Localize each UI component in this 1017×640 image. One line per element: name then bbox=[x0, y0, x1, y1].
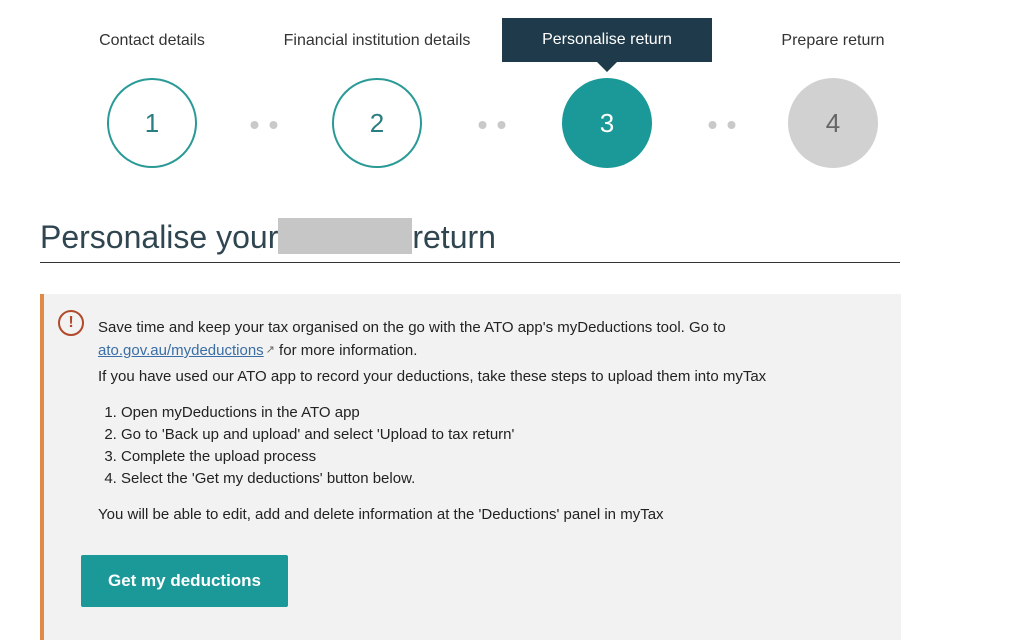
external-link-icon: ↗ bbox=[265, 344, 275, 356]
mydeductions-link[interactable]: ato.gov.au/mydeductions bbox=[98, 342, 264, 359]
upload-steps-list: Open myDeductions in the ATO app Go to '… bbox=[98, 402, 858, 490]
page-title-start: Personalise your bbox=[40, 219, 279, 255]
exclamation-circle-icon: ! bbox=[58, 310, 84, 336]
get-my-deductions-button[interactable]: Get my deductions bbox=[81, 555, 288, 607]
step-label-prepare-return: Prepare return bbox=[781, 32, 885, 49]
step-circle-4: 4 bbox=[788, 78, 878, 168]
step-connector-dots bbox=[478, 121, 506, 129]
step-label-contact-details: Contact details bbox=[99, 32, 205, 49]
step-label-financial-institution-details: Financial institution details bbox=[283, 32, 471, 49]
list-item: Go to 'Back up and upload' and select 'U… bbox=[121, 424, 858, 446]
edit-note: You will be able to edit, add and delete… bbox=[98, 506, 664, 523]
page-title-end: return bbox=[412, 219, 496, 255]
step-circle-2[interactable]: 2 bbox=[332, 78, 422, 168]
step-label-personalise-return: Personalise return bbox=[502, 18, 712, 62]
intro-paragraph: Save time and keep your tax organised on… bbox=[98, 317, 858, 362]
page-title: Personalise your return bbox=[40, 218, 900, 263]
redacted-year-block bbox=[278, 218, 413, 254]
mydeductions-info-panel: ! Save time and keep your tax organised … bbox=[40, 294, 901, 640]
intro-text: Save time and keep your tax organised on… bbox=[98, 319, 726, 336]
step-circle-3: 3 bbox=[562, 78, 652, 168]
list-item: Select the 'Get my deductions' button be… bbox=[121, 468, 858, 490]
steps-intro: If you have used our ATO app to record y… bbox=[98, 368, 767, 385]
after-link-text: for more information. bbox=[274, 342, 418, 359]
info-panel-body: Save time and keep your tax organised on… bbox=[98, 317, 858, 526]
active-step-pointer bbox=[597, 62, 617, 72]
list-item: Open myDeductions in the ATO app bbox=[121, 402, 858, 424]
step-connector-dots bbox=[250, 121, 278, 129]
step-circle-1[interactable]: 1 bbox=[107, 78, 197, 168]
step-connector-dots bbox=[708, 121, 736, 129]
list-item: Complete the upload process bbox=[121, 446, 858, 468]
